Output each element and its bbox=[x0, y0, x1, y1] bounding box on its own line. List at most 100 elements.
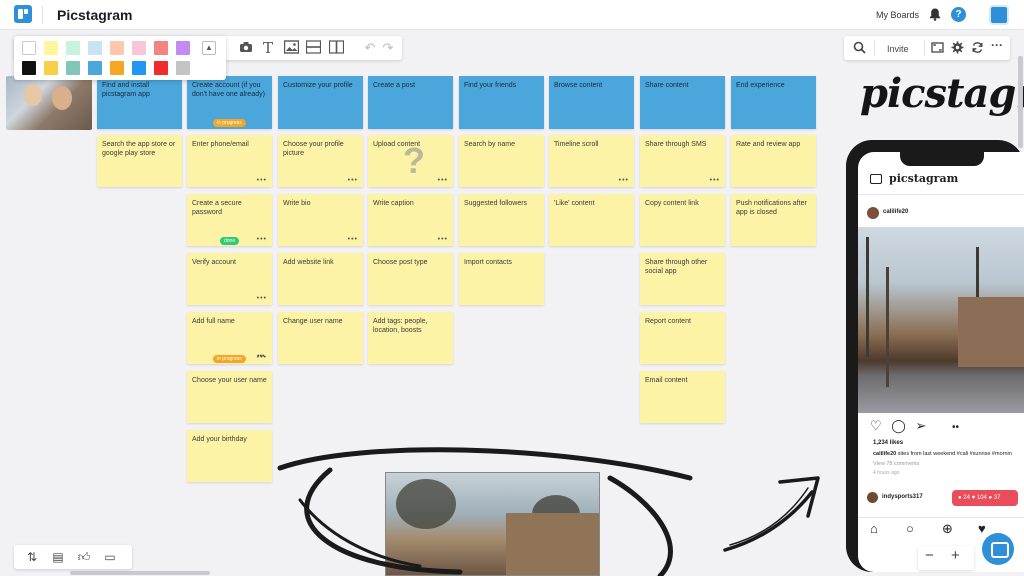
horizontal-scrollbar[interactable] bbox=[70, 571, 210, 575]
sticky-note-text: Change user name bbox=[283, 318, 343, 325]
color-swatch[interactable] bbox=[110, 61, 124, 75]
color-swatch[interactable] bbox=[132, 61, 146, 75]
more-options-icon[interactable]: ••• bbox=[257, 353, 264, 360]
send-icon: ➢ bbox=[915, 418, 927, 433]
column-header-card[interactable]: Browse content bbox=[549, 76, 634, 129]
invite-button[interactable]: Invite bbox=[887, 44, 909, 54]
flow-icon[interactable]: ⇅ bbox=[24, 549, 40, 565]
color-swatch[interactable] bbox=[44, 41, 58, 55]
color-swatch[interactable] bbox=[22, 41, 36, 55]
color-swatch[interactable] bbox=[88, 61, 102, 75]
gear-icon[interactable] bbox=[951, 41, 964, 54]
color-swatch[interactable] bbox=[44, 61, 58, 75]
sticky-note[interactable]: Verify account ••• bbox=[187, 253, 272, 305]
status-badge: in progress bbox=[213, 119, 246, 127]
sticky-note[interactable]: Search the app store or google play stor… bbox=[97, 135, 182, 187]
undo-icon[interactable]: ↶ bbox=[362, 40, 378, 56]
column-header-card[interactable]: Share content bbox=[640, 76, 725, 129]
sticky-note[interactable]: Choose post type bbox=[368, 253, 453, 305]
color-swatch[interactable] bbox=[22, 61, 36, 75]
vertical-scrollbar[interactable] bbox=[1018, 56, 1023, 148]
top-divider bbox=[42, 6, 43, 24]
sticky-note[interactable]: Rate and review app bbox=[731, 135, 816, 187]
persona-photo[interactable] bbox=[6, 76, 92, 130]
help-icon[interactable]: ? bbox=[951, 7, 966, 22]
sticky-note[interactable]: Add your birthday bbox=[187, 430, 272, 482]
zoom-out-button[interactable]: − bbox=[925, 547, 934, 564]
zoom-in-button[interactable]: + bbox=[951, 547, 960, 564]
brand-wordmark[interactable]: picstagra bbox=[860, 70, 1024, 117]
more-options-icon[interactable]: ··· bbox=[991, 38, 1003, 52]
status-badge: done bbox=[220, 237, 240, 245]
more-options-icon[interactable]: ••• bbox=[257, 235, 267, 244]
image-icon[interactable] bbox=[283, 40, 299, 56]
column-header-card[interactable]: End experience bbox=[731, 76, 816, 129]
color-swatch[interactable] bbox=[154, 61, 168, 75]
user-avatar[interactable] bbox=[989, 5, 1009, 25]
color-swatch[interactable] bbox=[66, 41, 80, 55]
sticky-note[interactable]: Write caption ••• bbox=[368, 194, 453, 246]
sticky-note-text: Choose your user name bbox=[192, 377, 267, 384]
sticky-note-text: Search the app store or google play stor… bbox=[102, 141, 176, 157]
color-swatch[interactable] bbox=[66, 61, 80, 75]
map-icon[interactable]: ▤ bbox=[50, 549, 66, 565]
sticky-note-text: Write bio bbox=[283, 200, 311, 207]
chevron-up-icon[interactable]: ▲ bbox=[202, 41, 216, 55]
sticky-note[interactable]: Choose your user name bbox=[187, 371, 272, 423]
color-swatch[interactable] bbox=[154, 41, 168, 55]
sticky-note[interactable]: Timeline scroll ••• bbox=[549, 135, 634, 187]
my-boards-link[interactable]: My Boards bbox=[876, 10, 919, 20]
sticky-note[interactable]: Import contacts bbox=[459, 253, 544, 305]
sync-icon[interactable] bbox=[971, 41, 984, 54]
column-header-card[interactable]: Create a post bbox=[368, 76, 453, 129]
bell-icon[interactable] bbox=[929, 8, 941, 21]
sticky-note[interactable]: Copy content link bbox=[640, 194, 725, 246]
color-swatch[interactable] bbox=[176, 61, 190, 75]
sticky-note[interactable]: 'Like' content bbox=[549, 194, 634, 246]
vertical-line-icon[interactable] bbox=[328, 40, 344, 56]
sticky-note[interactable]: Write bio ••• bbox=[278, 194, 363, 246]
chat-icon[interactable]: ▭ bbox=[102, 549, 118, 565]
more-options-icon[interactable]: ••• bbox=[438, 176, 448, 185]
sticky-note[interactable]: Choose your profile picture ••• bbox=[278, 135, 363, 187]
sticky-note[interactable]: Suggested followers bbox=[459, 194, 544, 246]
sticky-note[interactable]: Share through other social app bbox=[640, 253, 725, 305]
sticky-note[interactable]: Search by name bbox=[459, 135, 544, 187]
more-options-icon[interactable]: ••• bbox=[257, 176, 267, 185]
support-chat-button[interactable] bbox=[982, 533, 1014, 565]
fullscreen-icon[interactable] bbox=[931, 41, 944, 54]
avatar bbox=[867, 492, 878, 503]
color-swatch[interactable] bbox=[88, 41, 102, 55]
column-header-card[interactable]: Customize your profile bbox=[278, 76, 363, 129]
more-options-icon[interactable]: ••• bbox=[348, 176, 358, 185]
camera-icon[interactable] bbox=[238, 40, 254, 56]
sticky-note[interactable]: Email content bbox=[640, 371, 725, 423]
sticky-note[interactable]: Add website link bbox=[278, 253, 363, 305]
horizontal-line-icon[interactable] bbox=[305, 40, 321, 56]
sticky-note[interactable]: Add tags: people, location, boosts bbox=[368, 312, 453, 364]
sticky-note[interactable]: Push notifications after app is closed bbox=[731, 194, 816, 246]
more-options-icon[interactable]: ••• bbox=[257, 294, 267, 303]
street-photo[interactable] bbox=[385, 472, 600, 576]
more-options-icon[interactable]: ••• bbox=[710, 176, 720, 185]
thumbs-up-icon[interactable]: 👍︎ bbox=[76, 549, 92, 565]
text-icon[interactable]: T bbox=[260, 40, 276, 56]
color-swatch[interactable] bbox=[176, 41, 190, 55]
avatar bbox=[867, 207, 879, 219]
status-badge: in progress bbox=[213, 355, 246, 363]
sticky-note[interactable]: Share through SMS ••• bbox=[640, 135, 725, 187]
color-swatch[interactable] bbox=[110, 41, 124, 55]
column-header-card[interactable]: Find and install picstagram app bbox=[97, 76, 182, 129]
color-swatch[interactable] bbox=[132, 41, 146, 55]
more-options-icon[interactable]: ••• bbox=[438, 235, 448, 244]
sticky-note[interactable]: Enter phone/email ••• bbox=[187, 135, 272, 187]
sticky-note[interactable]: Change user name bbox=[278, 312, 363, 364]
sticky-note[interactable]: Report content bbox=[640, 312, 725, 364]
more-options-icon[interactable]: ••• bbox=[348, 235, 358, 244]
app-logo-icon[interactable] bbox=[14, 5, 32, 23]
redo-icon[interactable]: ↷ bbox=[380, 40, 396, 56]
column-header-card[interactable]: Find your friends bbox=[459, 76, 544, 129]
search-icon[interactable] bbox=[853, 41, 866, 54]
board-title[interactable]: Picstagram bbox=[57, 7, 132, 23]
more-options-icon[interactable]: ••• bbox=[619, 176, 629, 185]
